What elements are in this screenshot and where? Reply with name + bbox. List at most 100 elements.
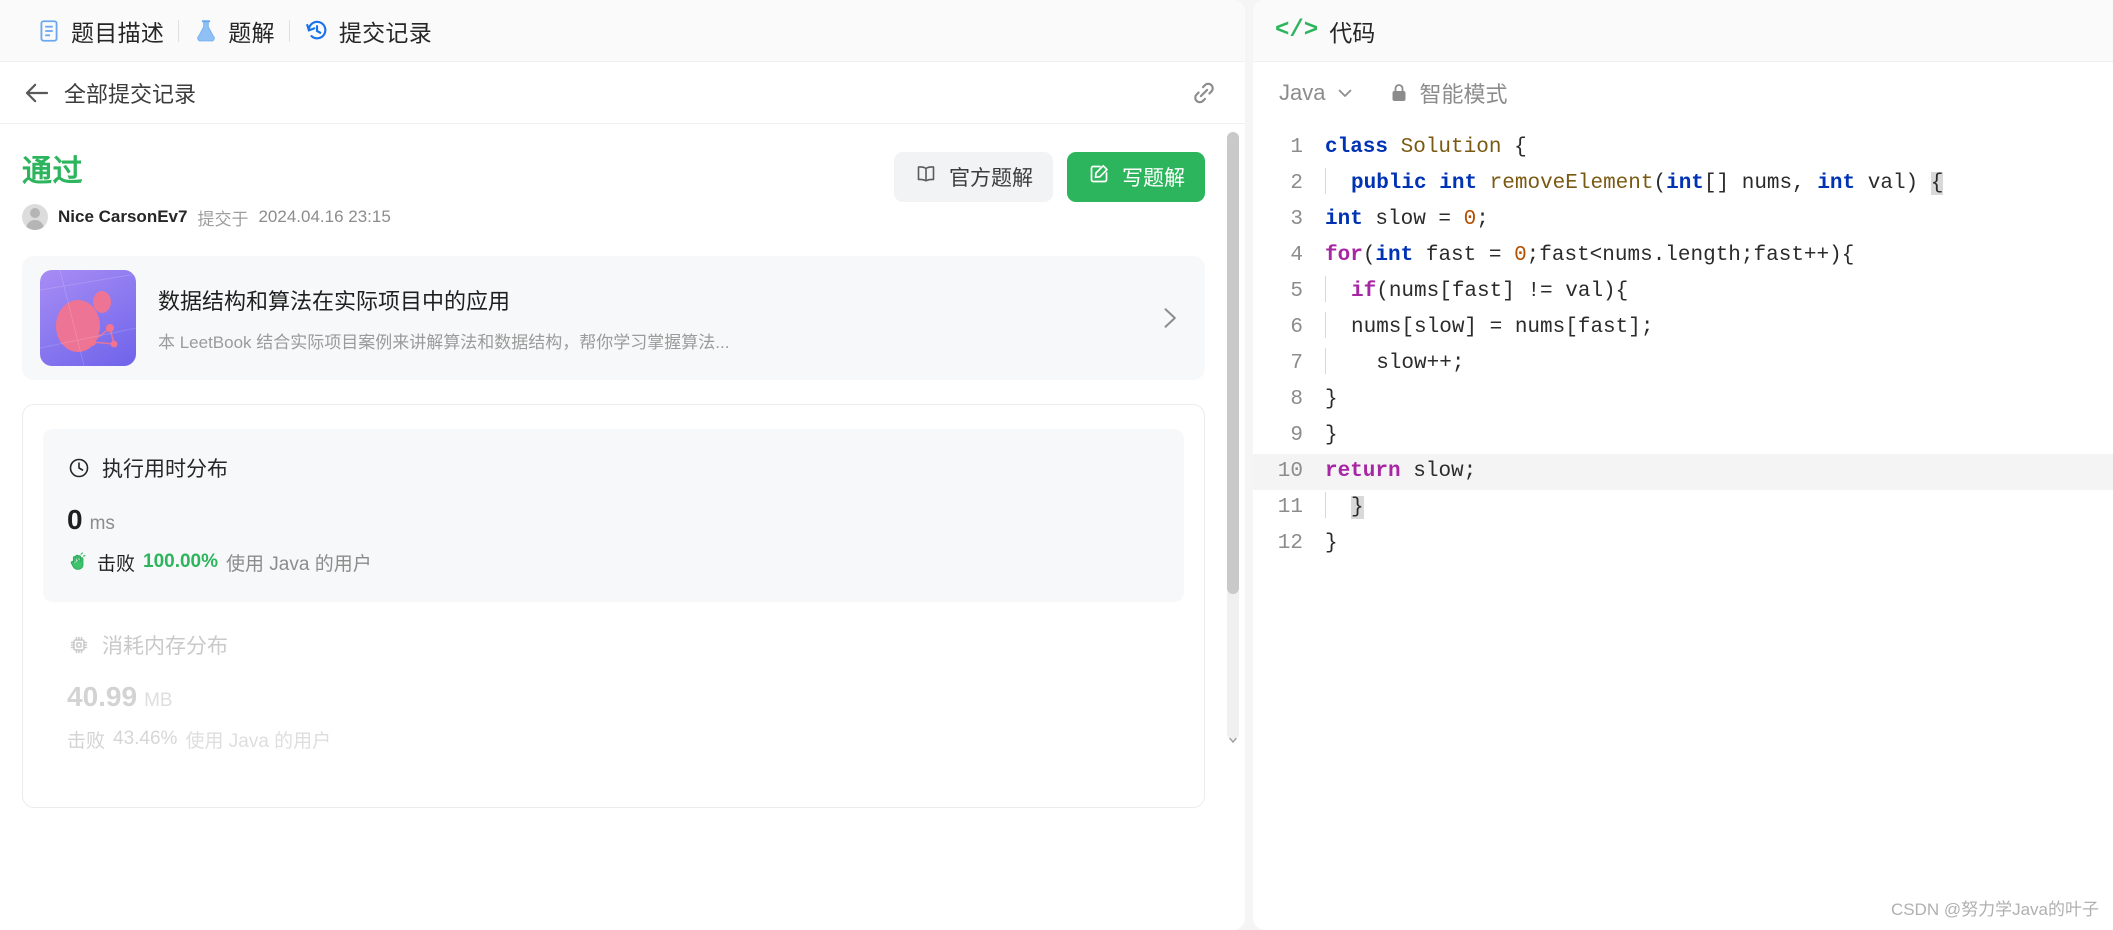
chevron-down-icon [1335,83,1355,103]
link-icon[interactable] [1189,78,1219,108]
leetbook-description: 本 LeetBook 结合实际项目案例来讲解算法和数据结构，帮你学习掌握算法..… [158,328,1133,353]
memory-value-row: 40.99 MB [67,682,1160,713]
official-solution-button[interactable]: 官方题解 [894,152,1053,202]
scrollbar-thumb[interactable] [1227,132,1239,594]
code-text: } [1325,526,1338,562]
write-solution-label: 写题解 [1122,162,1185,192]
line-number: 5 [1253,274,1325,310]
memory-beat-tail: 使用 Java 的用户 [185,726,331,753]
code-text: public int removeElement(int[] nums, int… [1325,166,1943,202]
code-line: 12 } [1253,526,2113,562]
code-tag-icon: </> [1275,17,1318,44]
user-name[interactable]: Nice CarsonEv7 [58,207,187,227]
avatar[interactable] [22,204,48,230]
chevron-right-icon[interactable] [1155,304,1183,332]
tab-solutions-label: 题解 [228,14,275,48]
tab-description[interactable]: 题目描述 [22,0,178,62]
watermark: CSDN @努力学Java的叶子 [1891,895,2099,920]
code-text: for(int fast = 0;fast<nums.length;fast++… [1325,238,1854,274]
tab-description-label: 题目描述 [71,14,164,48]
code-text: slow++; [1325,346,1464,382]
code-editor[interactable]: 1 class Solution { 2 public int removeEl… [1253,124,2113,930]
scroll-down-icon[interactable] [1228,732,1238,742]
tab-submissions-label: 提交记录 [339,14,432,48]
action-buttons: 官方题解 写题解 [894,150,1205,202]
leetbook-promo-card[interactable]: 数据结构和算法在实际项目中的应用 本 LeetBook 结合实际项目案例来讲解算… [22,256,1205,380]
code-language-bar: Java 智能模式 [1253,62,2113,124]
language-select[interactable]: Java [1279,80,1355,106]
language-name: Java [1279,80,1325,106]
memory-beat-row: 击败 43.46% 使用 Java 的用户 [67,726,1160,753]
code-line: 9 } [1253,418,2113,454]
submitted-at: 2024.04.16 23:15 [258,207,390,227]
document-icon [36,18,62,44]
clock-icon [67,456,91,480]
runtime-beat-row: 击败 100.00% 使用 Java 的用户 [67,549,1160,576]
smart-mode-label: 智能模式 [1419,77,1507,109]
code-line: 5 if(nums[fast] != val){ [1253,274,2113,310]
memory-stat-block[interactable]: 消耗内存分布 40.99 MB 击败 43.46% 使用 Java 的用户 [43,602,1184,779]
submission-scroll-area: 通过 Nice CarsonEv7 提交于 2024.04.16 23:15 [0,124,1245,930]
memory-heading-label: 消耗内存分布 [102,630,228,660]
memory-value: 40.99 [67,681,137,712]
line-number: 3 [1253,202,1325,238]
arrow-left-icon[interactable] [22,78,52,108]
tab-solutions[interactable]: 题解 [179,0,289,62]
code-text: if(nums[fast] != val){ [1325,274,1628,310]
pencil-square-icon [1087,162,1111,192]
runtime-heading: 执行用时分布 [67,453,1160,483]
book-icon [914,162,938,192]
submission-content: 通过 Nice CarsonEv7 提交于 2024.04.16 23:15 [0,124,1245,808]
status-badge: 通过 [22,154,391,190]
runtime-heading-label: 执行用时分布 [102,453,228,483]
leetbook-text: 数据结构和算法在实际项目中的应用 本 LeetBook 结合实际项目案例来讲解算… [158,284,1133,353]
code-text: nums[slow] = nums[fast]; [1325,310,1653,346]
line-number: 8 [1253,382,1325,418]
code-tabbar: </> 代码 [1253,0,2113,62]
runtime-stat-block[interactable]: 执行用时分布 0 ms [43,429,1184,602]
app-root: 题目描述 题解 [0,0,2113,930]
tab-code-label: 代码 [1329,14,1375,48]
line-number: 2 [1253,166,1325,202]
tab-submissions[interactable]: 提交记录 [290,0,446,62]
code-panel: </> 代码 Java 智能模式 [1253,0,2113,930]
verdict-block: 通过 Nice CarsonEv7 提交于 2024.04.16 23:15 [22,150,391,230]
runtime-unit: ms [90,513,115,534]
code-line: 7 slow++; [1253,346,2113,382]
code-line: 4 for(int fast = 0;fast<nums.length;fast… [1253,238,2113,274]
code-line: 10 return slow; [1253,454,2113,490]
code-line: 3 int slow = 0; [1253,202,2113,238]
submission-meta: Nice CarsonEv7 提交于 2024.04.16 23:15 [22,204,391,230]
code-text: } [1325,490,1364,526]
submissions-subbar: 全部提交记录 [0,62,1245,124]
stats-card: 执行用时分布 0 ms [22,404,1205,808]
write-solution-button[interactable]: 写题解 [1067,152,1205,202]
flask-icon [193,18,219,44]
code-line: 1 class Solution { [1253,130,2113,166]
line-number: 11 [1253,490,1325,526]
code-text: } [1325,418,1338,454]
memory-heading: 消耗内存分布 [67,630,1160,660]
chip-icon [67,633,91,657]
line-number: 10 [1253,454,1325,490]
submitted-label: 提交于 [197,205,248,230]
wave-hand-icon [67,551,89,573]
verdict-row: 通过 Nice CarsonEv7 提交于 2024.04.16 23:15 [22,150,1205,230]
memory-unit: MB [144,690,173,711]
code-line: 6 nums[slow] = nums[fast]; [1253,310,2113,346]
code-line: 2 public int removeElement(int[] nums, i… [1253,166,2113,202]
runtime-beat-percent: 100.00% [143,551,218,573]
leetbook-cover-image [40,270,136,366]
line-number: 12 [1253,526,1325,562]
memory-beat-label: 击败 [67,726,105,753]
subbar-title: 全部提交记录 [64,77,1189,109]
content-scrollbar[interactable] [1227,132,1239,740]
official-solution-label: 官方题解 [949,162,1033,192]
left-panel: 题目描述 题解 [0,0,1245,930]
runtime-value-row: 0 ms [67,505,1160,536]
runtime-value: 0 [67,504,83,535]
runtime-beat-tail: 使用 Java 的用户 [226,549,372,576]
line-number: 9 [1253,418,1325,454]
smart-mode-toggle[interactable]: 智能模式 [1389,77,1507,109]
code-text: } [1325,382,1338,418]
